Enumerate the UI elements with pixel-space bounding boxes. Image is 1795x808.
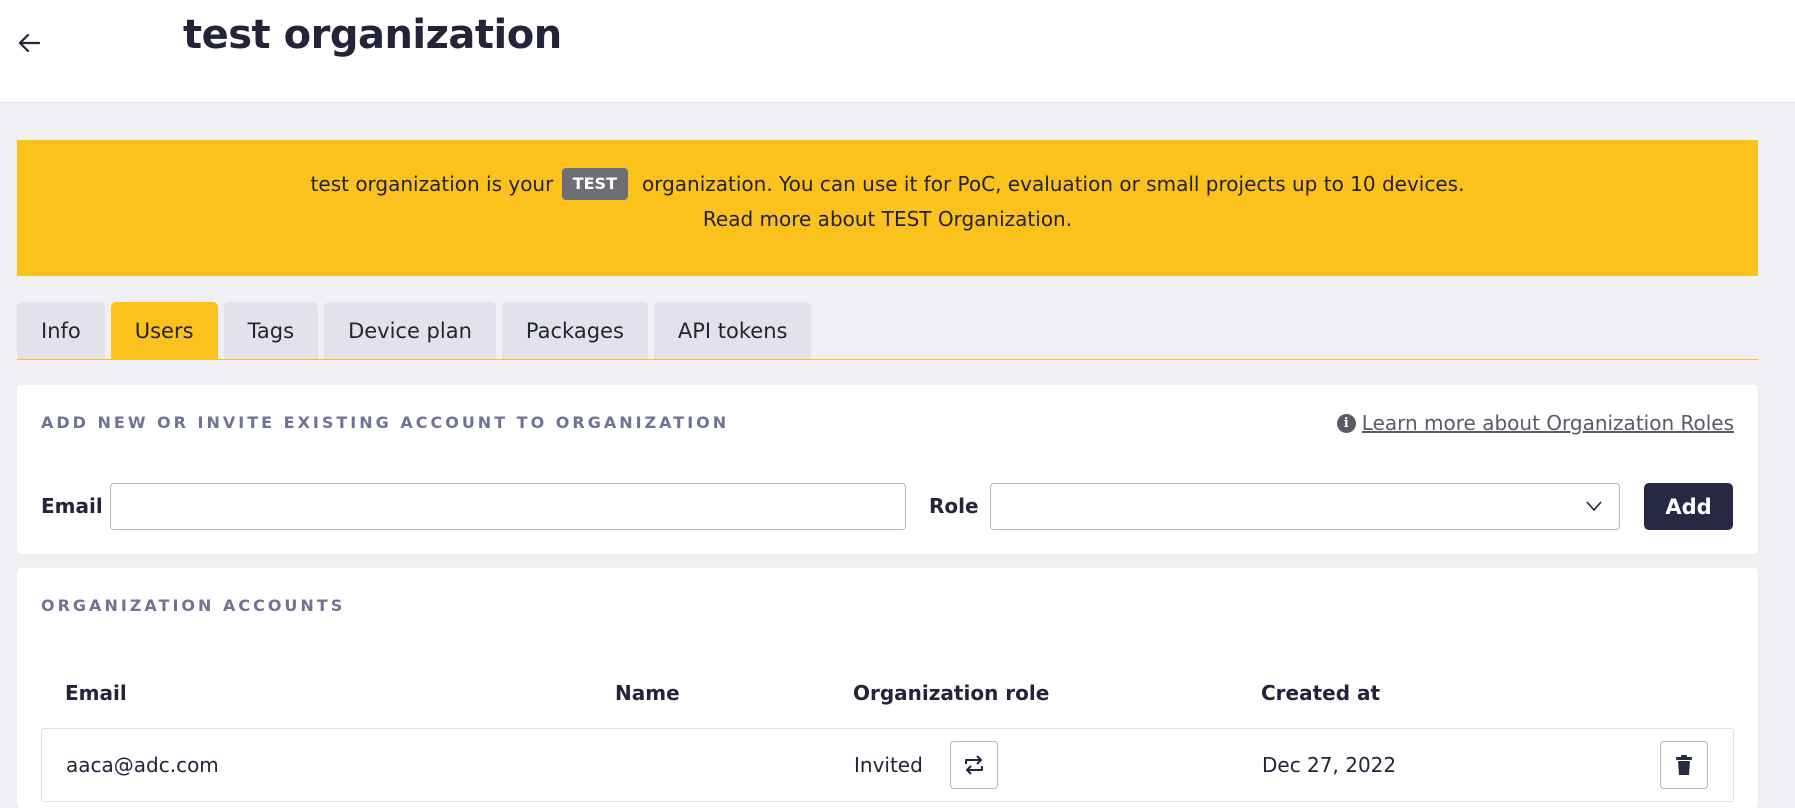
accounts-section-title: ORGANIZATION ACCOUNTS [41,596,346,615]
column-header-created-at: Created at [1261,681,1381,705]
organization-accounts-card: ORGANIZATION ACCOUNTS Email Name Organiz… [17,568,1758,808]
column-header-email: Email [65,681,127,705]
row-email: aaca@adc.com [66,753,219,777]
change-role-button[interactable] [950,741,998,789]
trash-icon [1676,755,1692,775]
swap-icon [965,755,983,775]
delete-account-button[interactable] [1660,741,1708,789]
info-icon: i [1336,413,1356,433]
top-bar: test organization [0,0,1795,103]
banner-prefix: test organization is your [310,172,554,196]
add-account-card: ADD NEW OR INVITE EXISTING ACCOUNT TO OR… [17,385,1758,554]
column-header-name: Name [615,681,680,705]
tab-tags[interactable]: Tags [223,302,319,359]
table-row: aaca@adc.com Invited Dec 27, 2022 [41,728,1734,802]
chevron-down-icon [1586,501,1602,512]
banner-suffix: organization. You can use it for PoC, ev… [641,172,1465,196]
column-header-organization-role: Organization role [853,681,1050,705]
role-select[interactable] [990,483,1620,530]
add-section-title: ADD NEW OR INVITE EXISTING ACCOUNT TO OR… [41,413,730,432]
tab-users[interactable]: Users [110,302,218,359]
tab-device-plan[interactable]: Device plan [324,302,496,359]
tab-bar: Info Users Tags Device plan Packages API… [17,302,1758,360]
learn-more-roles-link[interactable]: i Learn more about Organization Roles [1336,411,1734,435]
tab-packages[interactable]: Packages [501,302,648,359]
email-input[interactable] [110,483,906,530]
banner-line-1: test organization is your TEST organizati… [17,167,1758,202]
back-button[interactable] [14,28,44,58]
arrow-left-icon [18,33,40,53]
email-label: Email [41,494,103,518]
page-title: test organization [183,12,562,58]
role-label: Role [929,494,979,518]
learn-more-label: Learn more about Organization Roles [1361,411,1734,435]
row-created-at: Dec 27, 2022 [1262,753,1397,777]
banner-read-more-link[interactable]: Read more about TEST Organization. [17,202,1758,236]
tab-info[interactable]: Info [17,302,105,359]
row-role: Invited [854,753,923,777]
tab-api-tokens[interactable]: API tokens [653,302,812,359]
test-organization-banner: test organization is your TEST organizati… [17,140,1758,276]
test-badge: TEST [561,167,628,200]
add-button[interactable]: Add [1644,483,1733,530]
